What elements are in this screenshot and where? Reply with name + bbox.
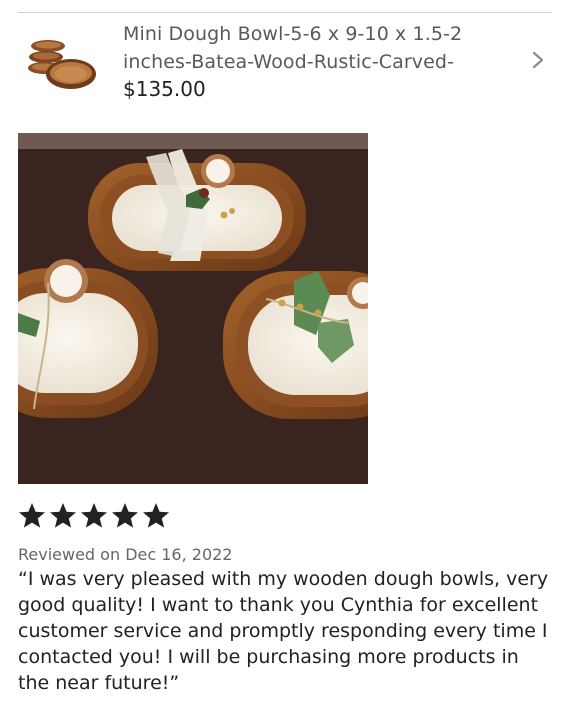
top-bowl bbox=[88, 149, 306, 271]
review-text: “I was very pleased with my wooden dough… bbox=[18, 568, 549, 694]
star-icon bbox=[143, 503, 169, 528]
star-icon bbox=[81, 503, 107, 528]
star-icon bbox=[50, 503, 76, 528]
right-bowl bbox=[223, 271, 368, 419]
chevron-right-icon[interactable] bbox=[528, 48, 548, 72]
top-divider bbox=[18, 12, 552, 13]
star-rating bbox=[18, 502, 173, 530]
review-photo[interactable] bbox=[18, 133, 368, 484]
star-icon bbox=[19, 503, 45, 528]
listing-price: $135.00 bbox=[123, 77, 206, 101]
listing-thumbnail bbox=[28, 40, 96, 89]
star-icon bbox=[112, 503, 138, 528]
listing-title[interactable]: Mini Dough Bowl-5-6 x 9-10 x 1.5-2 inche… bbox=[123, 20, 513, 76]
listing-link[interactable]: Mini Dough Bowl-5-6 x 9-10 x 1.5-2 inche… bbox=[18, 14, 552, 104]
review-date: Reviewed on Dec 16, 2022 bbox=[18, 545, 233, 564]
